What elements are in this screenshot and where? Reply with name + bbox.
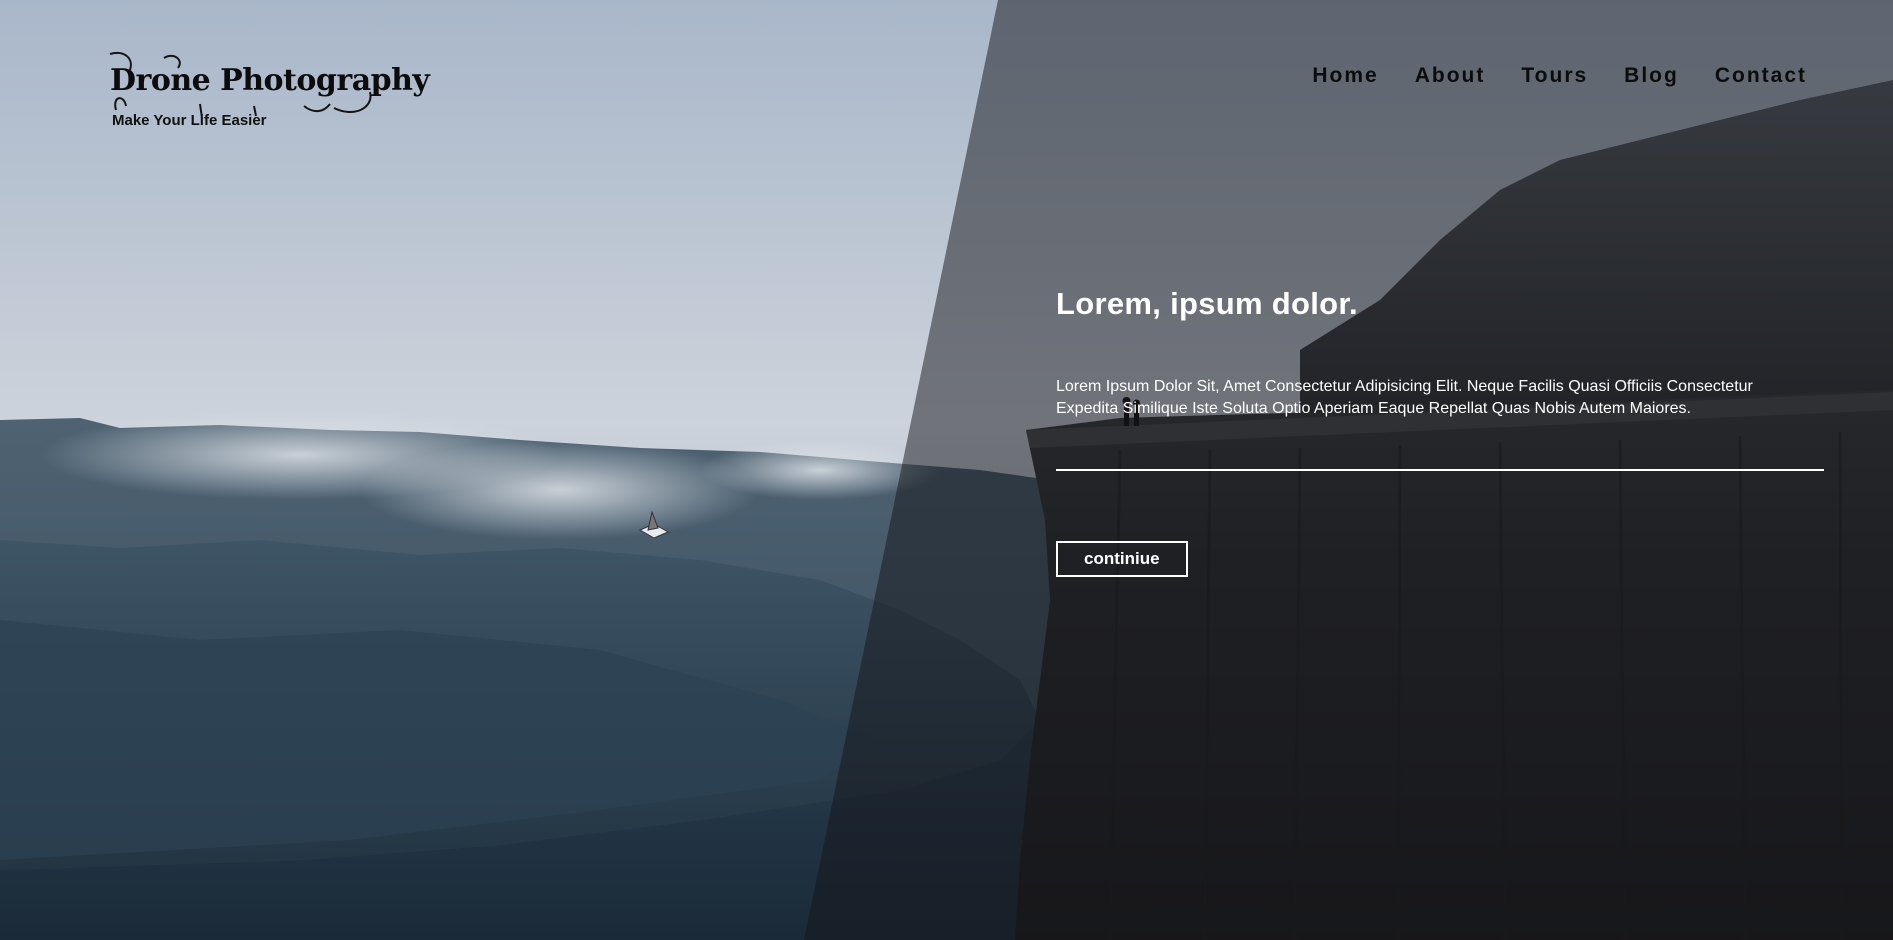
brand: Drone Photography Make Your Life Easier	[109, 48, 430, 129]
landing-page: Drone Photography Make Your Life Easier …	[0, 0, 1893, 940]
nav-item-tours[interactable]: Tours	[1521, 64, 1588, 88]
nav-item-blog[interactable]: Blog	[1624, 64, 1679, 88]
hero-divider	[1056, 469, 1824, 471]
hero-description: Lorem Ipsum Dolor Sit, Amet Consectetur …	[1056, 378, 1753, 417]
tagline: Make Your Life Easier	[112, 112, 267, 129]
nav-item-contact[interactable]: Contact	[1715, 64, 1807, 88]
site-logo[interactable]: Drone Photography	[109, 48, 430, 118]
hero-title: Lorem, ipsum dolor.	[1056, 286, 1358, 321]
nav-item-home[interactable]: Home	[1312, 64, 1378, 88]
continue-button[interactable]: continiue	[1056, 541, 1188, 577]
logo-text: Drone Photography	[110, 63, 430, 98]
nav-item-about[interactable]: About	[1415, 64, 1486, 88]
hero-section: Lorem, ipsum dolor. Lorem Ipsum Dolor Si…	[1056, 286, 1826, 577]
main-nav: Home About Tours Blog Contact	[1312, 64, 1807, 88]
